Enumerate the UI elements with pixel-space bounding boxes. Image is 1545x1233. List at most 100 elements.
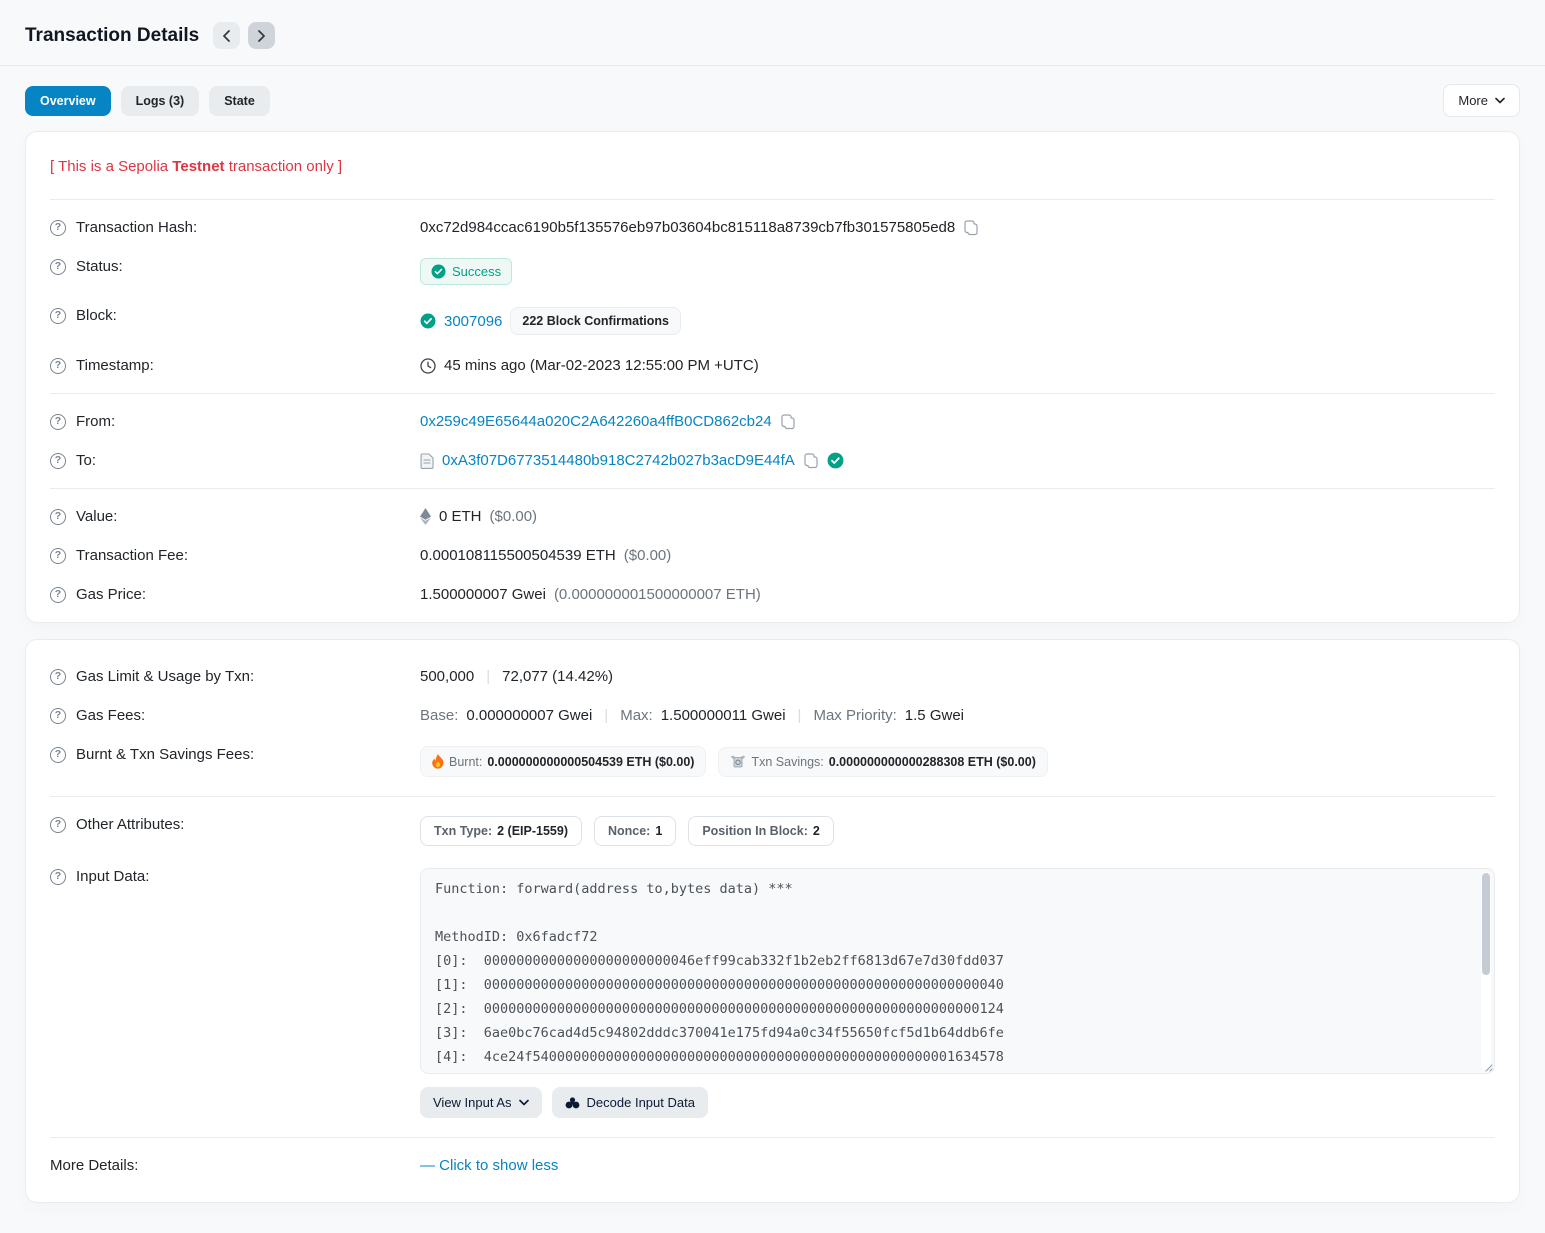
gas-price-eth: (0.000000001500000007 ETH) — [554, 586, 761, 603]
tab-logs[interactable]: Logs (3) — [121, 86, 200, 116]
transaction-fee-usd: ($0.00) — [624, 547, 672, 564]
help-icon[interactable] — [50, 220, 66, 236]
input-data-row: Input Data: Function: forward(address to… — [50, 857, 1495, 1129]
txn-type-value: 2 (EIP-1559) — [497, 824, 568, 838]
block-number-link[interactable]: 3007096 — [444, 313, 502, 330]
details-card: Gas Limit & Usage by Txn: 500,000 | 72,0… — [25, 639, 1520, 1203]
help-icon[interactable] — [50, 708, 66, 724]
status-row: Status: Success — [50, 247, 1495, 296]
burnt-fee-badge: Burnt: 0.000000000000504539 ETH ($0.00) — [420, 746, 706, 777]
check-circle-icon — [431, 264, 446, 279]
max-priority-fee-label: Max Priority: — [813, 707, 896, 724]
section-divider — [50, 1137, 1495, 1138]
max-fee-label: Max: — [620, 707, 653, 724]
gas-limit-value: 500,000 — [420, 668, 474, 685]
gas-limit-usage-label: Gas Limit & Usage by Txn: — [76, 668, 254, 685]
block-row: Block: 3007096 222 Block Confirmations — [50, 296, 1495, 346]
copy-icon[interactable] — [963, 220, 979, 236]
transaction-hash-value: 0xc72d984ccac6190b5f135576eb97b03604bc81… — [420, 219, 955, 236]
help-icon[interactable] — [50, 259, 66, 275]
testnet-warning-suffix: transaction only ] — [225, 158, 343, 175]
help-icon[interactable] — [50, 453, 66, 469]
separator: | — [600, 707, 612, 724]
input-data-label: Input Data: — [76, 868, 149, 885]
separator: | — [794, 707, 806, 724]
help-icon[interactable] — [50, 548, 66, 564]
help-icon[interactable] — [50, 509, 66, 525]
position-in-block-value: 2 — [813, 824, 820, 838]
input-data-content: Function: forward(address to,bytes data)… — [435, 877, 1468, 1074]
help-icon[interactable] — [50, 308, 66, 324]
position-in-block-label: Position In Block: — [702, 824, 808, 838]
nonce-badge: Nonce: 1 — [594, 816, 676, 846]
from-row: From: 0x259c49E65644a020C2A642260a4ffB0C… — [50, 402, 1495, 441]
section-divider — [50, 796, 1495, 797]
help-icon[interactable] — [50, 587, 66, 603]
value-usd: ($0.00) — [490, 508, 538, 525]
help-icon[interactable] — [50, 669, 66, 685]
help-icon[interactable] — [50, 869, 66, 885]
testnet-warning: [ This is a Sepolia Testnet transaction … — [50, 140, 1495, 191]
to-label: To: — [76, 452, 96, 469]
decode-input-data-button[interactable]: Decode Input Data — [552, 1087, 708, 1118]
txn-savings-label: Txn Savings: — [751, 755, 823, 769]
nonce-value: 1 — [655, 824, 662, 838]
tab-bar: Overview Logs (3) State — [25, 86, 270, 116]
input-data-scrollbar-thumb[interactable] — [1482, 873, 1490, 975]
input-data-textarea[interactable]: Function: forward(address to,bytes data)… — [420, 868, 1495, 1074]
max-priority-fee-value: 1.5 Gwei — [905, 707, 964, 724]
help-icon[interactable] — [50, 817, 66, 833]
previous-transaction-button[interactable] — [213, 22, 240, 49]
burnt-savings-row: Burnt & Txn Savings Fees: Burnt: 0.00000… — [50, 735, 1495, 788]
from-address-link[interactable]: 0x259c49E65644a020C2A642260a4ffB0CD862cb… — [420, 413, 772, 430]
testnet-warning-highlight: Testnet — [172, 158, 224, 175]
copy-icon[interactable] — [803, 453, 819, 469]
gas-fees-row: Gas Fees: Base: 0.000000007 Gwei | Max: … — [50, 696, 1495, 735]
section-divider — [50, 488, 1495, 489]
transaction-fee-amount: 0.000108115500504539 ETH — [420, 547, 616, 564]
input-data-scrollbar[interactable] — [1481, 872, 1491, 1070]
help-icon[interactable] — [50, 414, 66, 430]
tab-overview[interactable]: Overview — [25, 86, 111, 116]
nonce-label: Nonce: — [608, 824, 650, 838]
more-details-row: More Details: — Click to show less — [50, 1146, 1495, 1194]
transaction-hash-label: Transaction Hash: — [76, 219, 197, 236]
gas-price-label: Gas Price: — [76, 586, 146, 603]
value-label: Value: — [76, 508, 117, 525]
show-less-link[interactable]: — Click to show less — [420, 1157, 558, 1174]
timestamp-label: Timestamp: — [76, 357, 154, 374]
copy-icon[interactable] — [780, 414, 796, 430]
status-badge: Success — [420, 258, 512, 285]
more-dropdown-label: More — [1458, 93, 1488, 108]
gas-price-amount: 1.500000007 Gwei — [420, 586, 546, 603]
flame-icon — [432, 754, 444, 769]
position-in-block-badge: Position In Block: 2 — [688, 816, 834, 846]
view-input-as-button[interactable]: View Input As — [420, 1087, 542, 1118]
next-transaction-button[interactable] — [248, 22, 275, 49]
chevron-down-icon — [1495, 97, 1505, 104]
decode-binoculars-icon — [565, 1096, 580, 1109]
txn-savings-value: 0.000000000000288308 ETH ($0.00) — [829, 755, 1036, 769]
burnt-fee-label: Burnt: — [449, 755, 482, 769]
other-attributes-row: Other Attributes: Txn Type: 2 (EIP-1559)… — [50, 805, 1495, 857]
base-fee-value: 0.000000007 Gwei — [466, 707, 592, 724]
help-icon[interactable] — [50, 358, 66, 374]
check-circle-icon — [420, 313, 436, 329]
more-dropdown-button[interactable]: More — [1443, 84, 1520, 117]
help-icon[interactable] — [50, 747, 66, 763]
gas-usage-value: 72,077 (14.42%) — [502, 668, 613, 685]
chevron-down-icon — [519, 1099, 529, 1106]
chevron-right-icon — [257, 30, 266, 42]
section-divider — [50, 199, 1495, 200]
from-label: From: — [76, 413, 115, 430]
timestamp-row: Timestamp: 45 mins ago (Mar-02-2023 12:5… — [50, 346, 1495, 385]
other-attributes-label: Other Attributes: — [76, 816, 184, 833]
to-address-link[interactable]: 0xA3f07D6773514480b918C2742b027b3acD9E44… — [442, 452, 795, 469]
page-title: Transaction Details — [25, 25, 199, 47]
input-data-actions: View Input As Decode Input Data — [420, 1087, 1495, 1118]
burnt-fee-value: 0.000000000000504539 ETH ($0.00) — [487, 755, 694, 769]
tab-state[interactable]: State — [209, 86, 270, 116]
contract-document-icon — [420, 453, 434, 469]
money-wings-icon — [730, 755, 746, 768]
resize-handle-icon[interactable] — [1481, 1060, 1493, 1072]
